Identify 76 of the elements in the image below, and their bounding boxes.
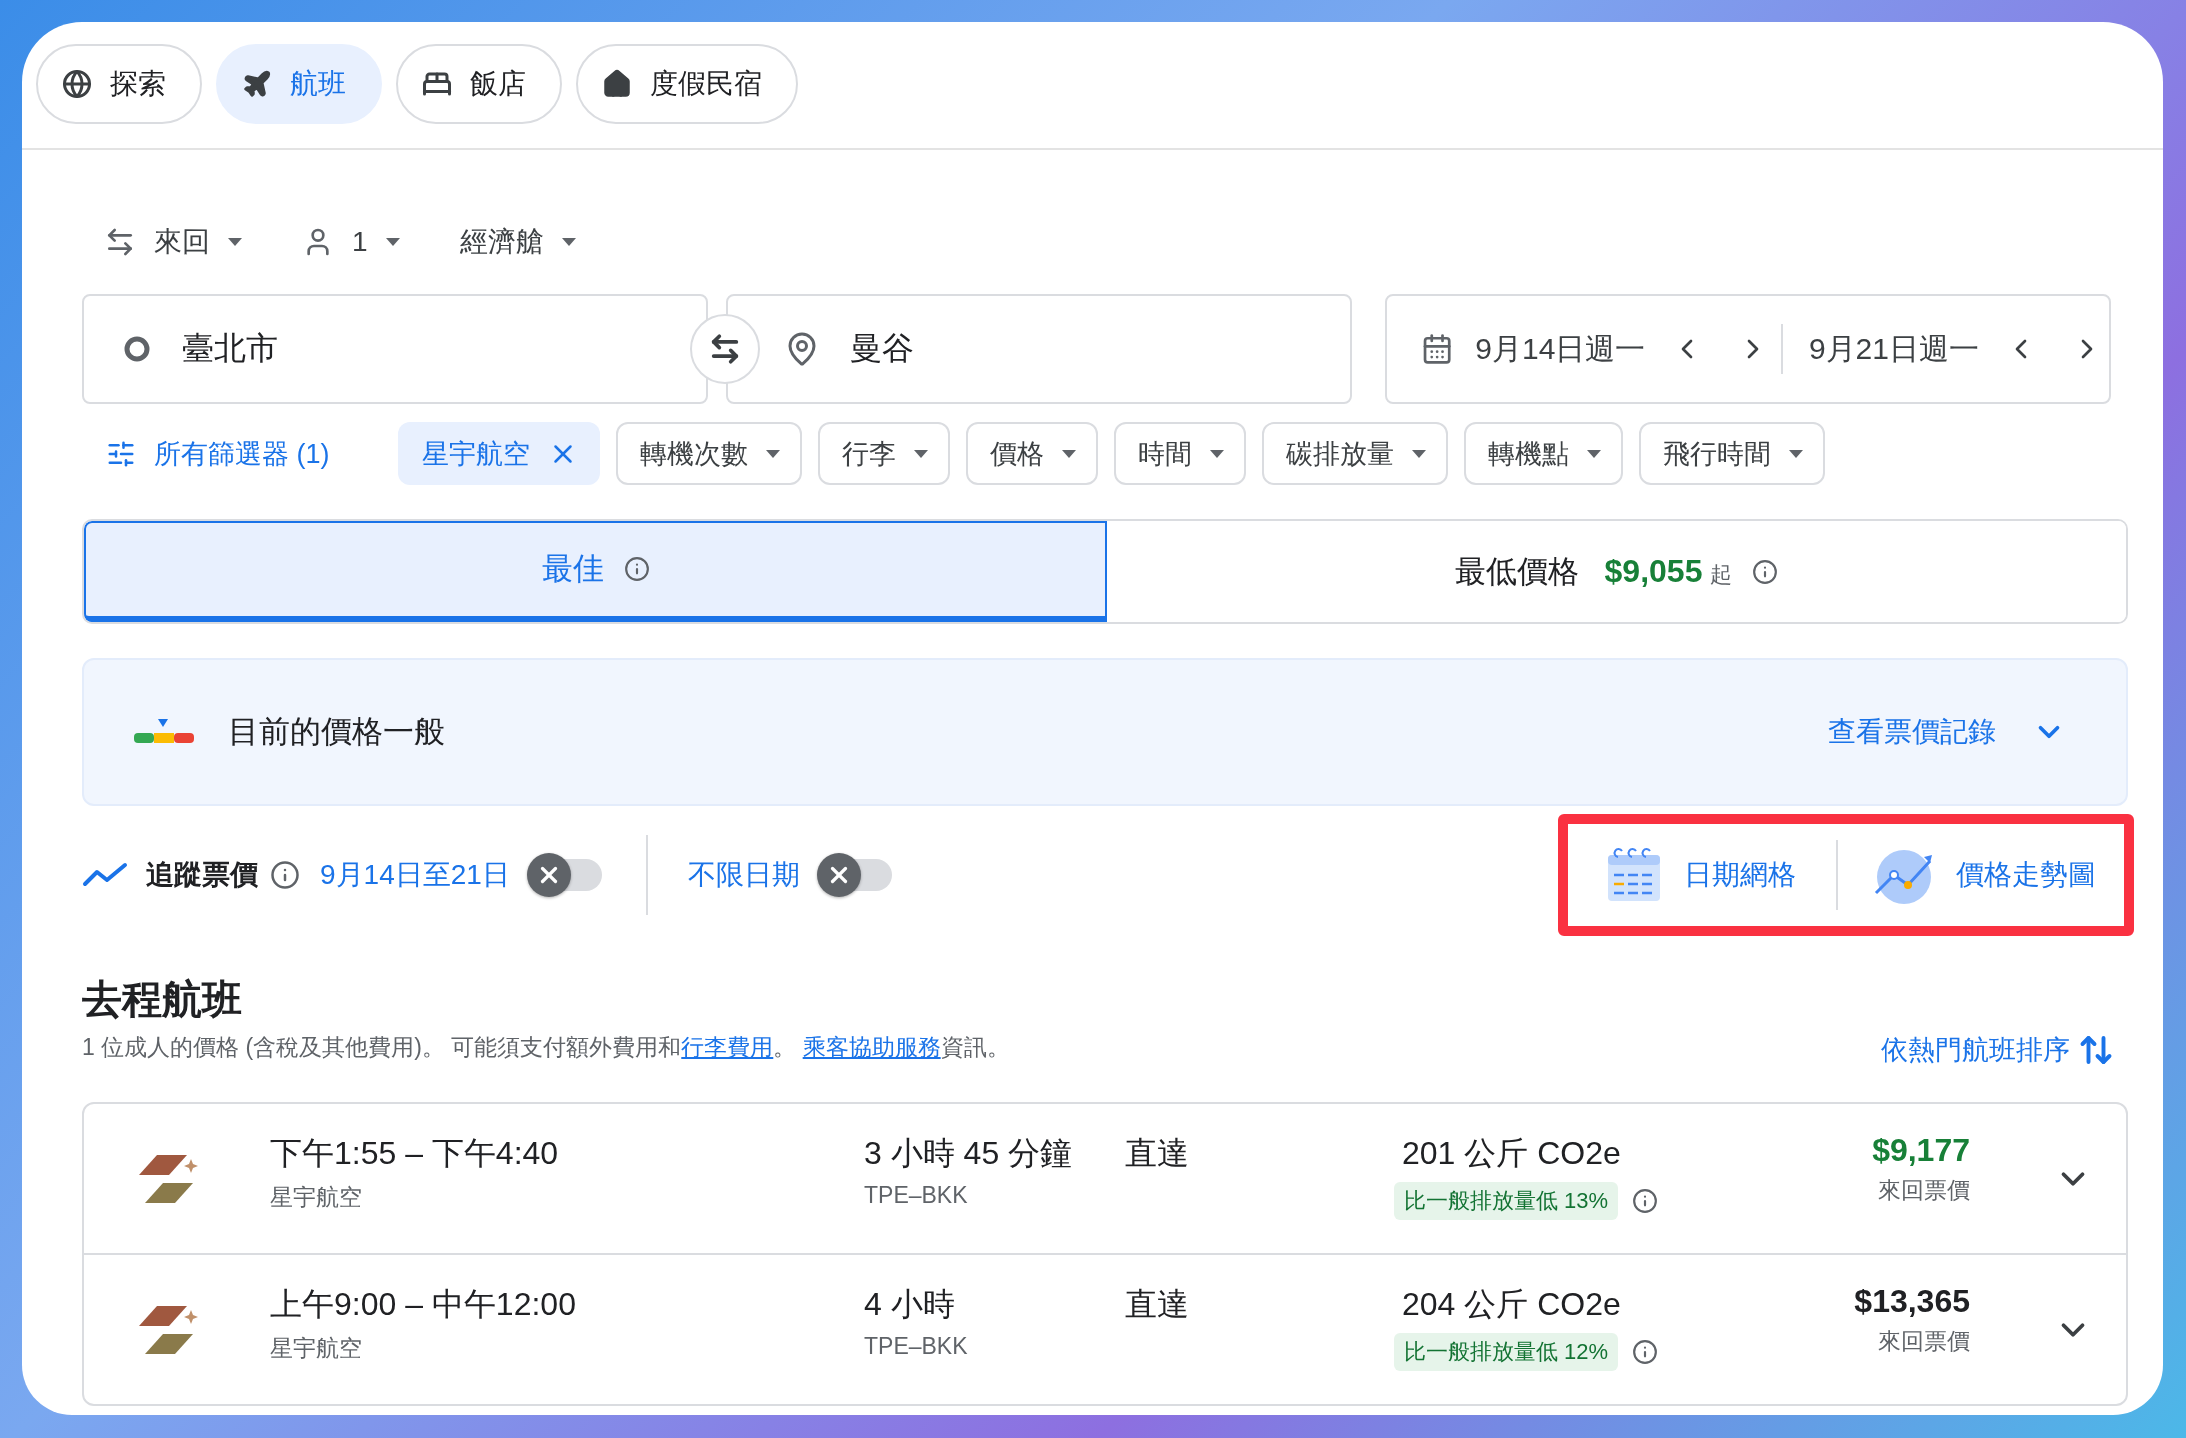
price-insight-text: 目前的價格一般 — [228, 713, 446, 751]
flight-times: 下午1:55 – 下午4:40 — [270, 1134, 560, 1173]
emissions-value: 201 公斤 CO2e — [1402, 1134, 1622, 1173]
trip-option-dropdown[interactable]: 經濟艙 — [451, 220, 584, 264]
stops-label: 直達 — [1125, 1285, 1190, 1324]
circle-icon — [122, 334, 152, 364]
info-icon — [1632, 1188, 1659, 1214]
airline-logo-icon — [139, 1303, 199, 1356]
caret-icon — [1411, 449, 1426, 458]
info-link[interactable]: 行李費用 — [681, 1034, 774, 1060]
nav-tab[interactable]: 飯店 — [396, 44, 562, 124]
house-icon — [602, 69, 632, 99]
caret-icon — [765, 449, 780, 458]
stops-label: 直達 — [1125, 1134, 1190, 1173]
info-link[interactable]: 乘客協助服務 — [802, 1034, 941, 1060]
caret-icon — [1209, 449, 1224, 458]
price-type-label: 來回票價 — [1878, 1176, 1970, 1205]
trend-line-icon — [82, 862, 128, 888]
filter-chip[interactable]: 轉機點 — [1463, 422, 1623, 485]
chart-view-button[interactable]: 價格走勢圖 — [1872, 845, 2096, 905]
chart-view-button[interactable]: 日期網格 — [1606, 847, 1796, 903]
nav-tab[interactable]: 航班 — [216, 44, 382, 124]
filter-chip[interactable]: 價格 — [965, 422, 1098, 485]
caret-icon — [1586, 449, 1601, 458]
plane-icon — [242, 69, 272, 99]
trip-option-dropdown[interactable]: 1 — [294, 220, 408, 264]
origin-field[interactable]: 臺北市 — [82, 294, 708, 404]
price-history-link[interactable]: 查看票價記錄 — [1828, 713, 2066, 751]
emissions-badge: 比一般排放量低 13% — [1394, 1182, 1619, 1220]
price-note: 1 位成人的價格 (含稅及其他費用)。 可能須支付額外費用和行李費用。 乘客協助服務資訊。 — [82, 1033, 1010, 1062]
flight-duration: 4 小時 — [864, 1285, 956, 1324]
destination-field[interactable]: 曼谷 — [726, 294, 1352, 404]
emissions-badge: 比一般排放量低 12% — [1394, 1333, 1619, 1371]
caret-icon — [385, 238, 400, 246]
caret-icon — [1061, 449, 1076, 458]
caret-icon — [913, 449, 928, 458]
trip-option-dropdown[interactable]: 來回 — [96, 220, 250, 264]
globe-icon — [62, 69, 92, 99]
filter-chip[interactable]: 碳排放量 — [1261, 422, 1448, 485]
caret-icon — [228, 238, 242, 246]
nav-tab[interactable]: 探索 — [36, 44, 202, 124]
filter-chip[interactable]: 轉機次數 — [615, 422, 802, 485]
flight-price: $9,177 — [1872, 1132, 1970, 1169]
filter-chip[interactable]: 所有篩選器 (1) — [82, 422, 352, 485]
track-dates-label: 9月14日至21日 — [320, 858, 510, 892]
sort-button[interactable]: 依熱門航班排序 — [1881, 1032, 2128, 1068]
airline-logo-icon — [139, 1152, 199, 1205]
flight-row[interactable]: 下午1:55 – 下午4:40 星宇航空 3 小時 45 分鐘 TPE–BKK 直達 201 公斤 CO2e 比一般排放量低 13% $9,177 來回票價 — [84, 1104, 2126, 1253]
date-field[interactable]: 9月21日週一 — [1808, 328, 1979, 370]
flight-row[interactable]: 上午9:00 – 中午12:00 星宇航空 4 小時 TPE–BKK 直達 204 公斤 CO2e 比一般排放量低 12% $13,365 來回票價 — [84, 1253, 2126, 1404]
track-prices-label: 追蹤票價 — [146, 858, 258, 892]
emissions-value: 204 公斤 CO2e — [1402, 1285, 1622, 1324]
flight-price: $13,365 — [1854, 1283, 1970, 1320]
any-dates-label: 不限日期 — [687, 858, 800, 892]
price-type-label: 來回票價 — [1878, 1327, 1970, 1356]
calendar-icon — [1606, 847, 1662, 903]
airline-name: 星宇航空 — [270, 1334, 363, 1363]
filter-chip[interactable]: 行李 — [817, 422, 950, 485]
caret-icon — [561, 238, 576, 246]
filter-chip[interactable]: 星宇航空 — [397, 422, 600, 485]
filter-chip[interactable]: 飛行時間 — [1638, 422, 1825, 485]
route-code: TPE–BKK — [864, 1182, 969, 1209]
info-icon — [1752, 558, 1779, 585]
section-title: 去程航班 — [82, 976, 243, 1023]
info-icon — [270, 860, 300, 890]
date-field[interactable]: 9月14日週一 — [1475, 328, 1646, 370]
airline-name: 星宇航空 — [270, 1183, 363, 1212]
caret-icon — [1788, 449, 1803, 458]
flight-times: 上午9:00 – 中午12:00 — [270, 1285, 577, 1324]
flight-duration: 3 小時 45 分鐘 — [864, 1134, 1074, 1173]
info-icon — [623, 555, 650, 582]
filter-chip[interactable]: 時間 — [1113, 422, 1246, 485]
sort-tab[interactable]: 最佳 — [84, 521, 1107, 622]
nav-tab[interactable]: 度假民宿 — [576, 44, 798, 124]
info-icon — [1632, 1339, 1659, 1365]
route-code: TPE–BKK — [864, 1333, 969, 1360]
